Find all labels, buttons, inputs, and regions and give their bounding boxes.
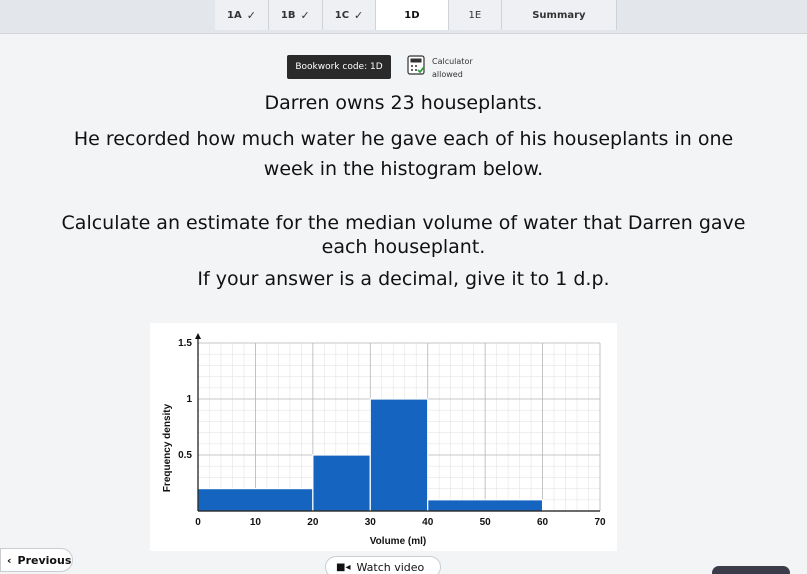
histogram-bar xyxy=(369,398,429,512)
previous-button[interactable]: ‹ Previous xyxy=(0,548,73,572)
tab-label: Summary xyxy=(532,9,586,21)
histogram-bar xyxy=(312,454,371,512)
bookwork-code-badge: Bookwork code: 1D xyxy=(287,55,391,79)
question-line-3: week in the histogram below. xyxy=(263,158,544,180)
x-tick-label: 50 xyxy=(480,517,492,528)
histogram-chart: 0 10 20 30 40 50 60 70 0.5 1 1.5 Volume (ml) Frequ… xyxy=(162,333,606,547)
x-tick-label: 60 xyxy=(537,517,549,528)
y-axis-arrow xyxy=(195,333,201,339)
tab-1e[interactable]: 1E xyxy=(448,0,503,30)
x-tick-label: 70 xyxy=(594,517,606,528)
chevron-left-icon: ‹ xyxy=(7,553,12,567)
question-line-5: each houseplant. xyxy=(321,236,486,258)
calculator-status: Calculator allowed xyxy=(432,55,473,81)
video-camera-icon: ■◂ xyxy=(336,561,351,573)
tab-strip: 1A ✓ 1B ✓ 1C ✓ 1D 1E Summary xyxy=(215,0,617,30)
calculator-allowed-label: allowed xyxy=(432,70,463,79)
histogram-bar xyxy=(197,488,314,512)
calculator-icon xyxy=(406,55,426,79)
tab-summary[interactable]: Summary xyxy=(502,0,617,30)
tab-1a[interactable]: 1A ✓ xyxy=(215,0,269,30)
question-line-6: If your answer is a decimal, give it to … xyxy=(197,268,610,290)
tab-1b[interactable]: 1B ✓ xyxy=(268,0,323,30)
y-tick-label: 1 xyxy=(186,394,192,405)
question-line-4: Calculate an estimate for the median vol… xyxy=(61,212,746,234)
tab-label: 1A xyxy=(227,9,242,21)
tab-label: 1B xyxy=(280,9,296,21)
tab-label: 1E xyxy=(468,9,482,21)
x-tick-label: 10 xyxy=(250,517,262,528)
checkmark-icon: ✓ xyxy=(354,8,364,22)
x-tick-label: 40 xyxy=(422,517,434,528)
tab-label: 1C xyxy=(334,9,350,21)
y-axis-label: Frequency density xyxy=(162,403,173,492)
checkmark-icon: ✓ xyxy=(300,8,310,22)
top-navigation-bar: 1A ✓ 1B ✓ 1C ✓ 1D 1E Summary xyxy=(0,0,807,34)
question-line-1: Darren owns 23 houseplants. xyxy=(264,92,543,114)
watch-video-label: Watch video xyxy=(356,560,425,574)
histogram-bar xyxy=(427,499,544,512)
watch-video-button[interactable]: ■◂ Watch video xyxy=(325,556,441,574)
x-axis-label: Volume (ml) xyxy=(370,536,426,547)
calculator-label: Calculator xyxy=(432,57,473,66)
y-tick-label: 0.5 xyxy=(178,450,192,461)
x-tick-label: 30 xyxy=(365,517,377,528)
next-button[interactable] xyxy=(712,566,790,574)
x-tick-label: 0 xyxy=(195,517,201,528)
tab-label: 1D xyxy=(404,9,420,21)
tab-1c[interactable]: 1C ✓ xyxy=(322,0,377,30)
x-tick-label: 20 xyxy=(307,517,319,528)
histogram-card: 0 10 20 30 40 50 60 70 0.5 1 1.5 Volume (ml) Frequ… xyxy=(150,323,617,551)
question-line-2: He recorded how much water he gave each … xyxy=(73,128,734,150)
y-tick-label: 1.5 xyxy=(178,338,192,349)
tab-1d[interactable]: 1D xyxy=(376,0,449,30)
previous-label: Previous xyxy=(17,553,72,567)
checkmark-icon: ✓ xyxy=(246,8,256,22)
